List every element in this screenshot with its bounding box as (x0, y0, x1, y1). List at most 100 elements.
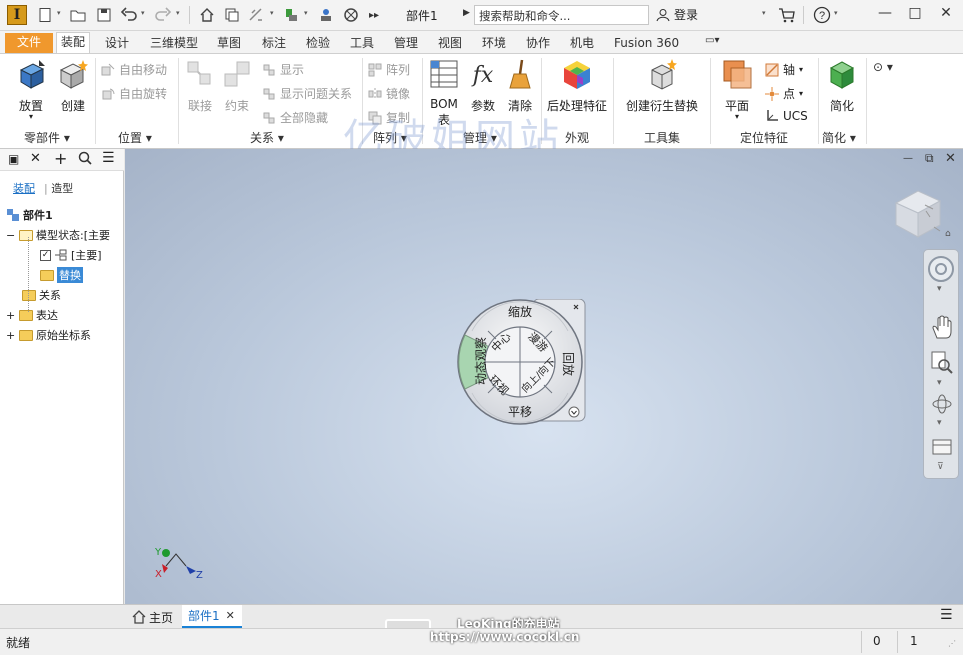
axis-button[interactable]: 轴 ▾ (765, 61, 803, 78)
chevron-down-icon[interactable]: ▾ (176, 9, 184, 21)
chevron-down-icon[interactable]: ▾ (141, 9, 149, 21)
chevron-down-icon[interactable]: ▾ (57, 9, 65, 21)
expand-icon[interactable]: + (6, 309, 16, 322)
steering-wheel-icon[interactable] (928, 256, 954, 282)
browser-tab-icon[interactable]: ▣ (8, 152, 19, 166)
tab-inspect[interactable]: 检验 (302, 34, 334, 53)
panel-appearance-label[interactable]: 外观 (565, 129, 589, 146)
maximize-button[interactable]: □ (904, 5, 926, 25)
cart-icon[interactable] (777, 5, 797, 25)
tab-environments[interactable]: 环境 (478, 34, 510, 53)
chevron-down-icon[interactable]: ▾ (937, 418, 942, 428)
tab-tools[interactable]: 工具 (346, 34, 378, 53)
redo-icon[interactable] (153, 5, 173, 25)
free-rotate-button[interactable]: 自由旋转 (101, 85, 167, 102)
panel-component-label[interactable]: 零部件 ▾ (24, 129, 70, 146)
properties-icon[interactable] (222, 5, 242, 25)
minimize-button[interactable]: — (874, 5, 896, 25)
tree-item-primary[interactable]: ✓ [主要] (40, 247, 102, 263)
chevron-down-icon[interactable]: ▾ (270, 9, 278, 21)
collapse-icon[interactable]: − (6, 229, 16, 242)
hide-all-button[interactable]: 全部隐藏 (262, 109, 328, 126)
appearance-icon[interactable] (316, 5, 336, 25)
search-input[interactable]: 搜索帮助和命令... (474, 5, 649, 25)
join-button[interactable]: 联接 (183, 58, 217, 114)
tree-item-representations[interactable]: + 表达 (6, 307, 58, 323)
menu-icon[interactable]: ☰ (102, 150, 115, 166)
panel-position-label[interactable]: 位置 ▾ (118, 129, 152, 146)
wheel-rewind[interactable]: 回放 (561, 344, 575, 384)
chevron-down-icon[interactable]: ▾ (937, 378, 942, 388)
look-at-icon[interactable] (930, 434, 954, 458)
tab-annotate[interactable]: 标注 (258, 34, 290, 53)
open-folder-icon[interactable] (68, 5, 88, 25)
show-problem-button[interactable]: 显示问题关系 (262, 85, 352, 102)
place-button[interactable]: 放置 ▾ (10, 58, 52, 121)
wheel-pan[interactable]: 平移 (508, 403, 532, 420)
arrow-right-icon[interactable]: ▶ (463, 8, 470, 18)
restore-viewport-icon[interactable]: ⧉ (925, 151, 934, 166)
graphics-viewport[interactable]: — ⧉ ✕ ⌂ ▾ ▾ ▾ ⊽ 缩放 动态观察 中心 漫游 回放 向上/向下 环… (125, 149, 963, 604)
home-icon[interactable] (197, 5, 217, 25)
tab-view[interactable]: 视图 (434, 34, 466, 53)
viewcube-home-icon[interactable]: ⌂ (945, 229, 951, 239)
customize-nav-icon[interactable]: ⊽ (937, 462, 944, 472)
show-button[interactable]: 显示 (262, 61, 304, 78)
save-icon[interactable] (94, 5, 114, 25)
close-icon[interactable]: ✕ (30, 151, 41, 166)
new-file-icon[interactable] (35, 5, 55, 25)
orbit-icon[interactable] (930, 392, 954, 416)
tree-root[interactable]: 部件1 (6, 207, 53, 223)
app-logo[interactable]: I (7, 5, 27, 25)
material-icon[interactable] (281, 5, 301, 25)
zoom-icon[interactable] (930, 350, 954, 376)
browser-tab-modeling[interactable]: | 造型 (44, 180, 73, 196)
tree-item-substitute[interactable]: 替换 (40, 267, 83, 283)
tab-sketch[interactable]: 草图 (213, 34, 245, 53)
checkbox-checked-icon[interactable]: ✓ (40, 249, 51, 261)
chevron-down-icon[interactable]: ▾ (304, 9, 312, 21)
wheel-zoom[interactable]: 缩放 (508, 303, 532, 320)
mirror-button[interactable]: 镜像 (368, 85, 410, 102)
chevron-down-icon[interactable]: ▾ (10, 113, 52, 121)
tab-file[interactable]: 文件 (5, 33, 54, 53)
search-icon[interactable] (78, 151, 92, 168)
close-viewport-icon[interactable]: ✕ (945, 151, 956, 166)
clear-appearance-icon[interactable] (341, 5, 361, 25)
tree-item-origin[interactable]: + 原始坐标系 (6, 327, 91, 343)
chevron-down-icon[interactable]: ▾ (716, 113, 758, 121)
more-icon[interactable]: ▸▸ (364, 5, 384, 25)
create-substitute-button[interactable]: 创建衍生替换 (624, 58, 700, 114)
panel-toolset-label[interactable]: 工具集 (644, 129, 680, 146)
panel-workfeatures-label[interactable]: 定位特征 (740, 129, 788, 146)
add-icon[interactable]: + (54, 149, 67, 168)
tab-collaborate[interactable]: 协作 (522, 34, 554, 53)
browser-tab-assembly[interactable]: 装配 (13, 180, 35, 196)
tab-document[interactable]: 部件1 ✕ (182, 605, 242, 628)
chevron-down-icon[interactable]: ▾ (937, 284, 942, 294)
resize-grip-icon[interactable]: ⋰ (948, 639, 956, 648)
pattern-button[interactable]: 阵列 (368, 61, 410, 78)
ribbon-display-toggle[interactable]: ▭▾ (705, 35, 733, 51)
help-icon[interactable]: ? (812, 5, 832, 25)
tab-manage[interactable]: 管理 (390, 34, 422, 53)
viewcube-icon[interactable] (890, 185, 950, 241)
login-button[interactable]: 登录 (656, 6, 698, 23)
tab-design[interactable]: 设计 (101, 34, 133, 53)
minimize-viewport-icon[interactable]: — (903, 153, 913, 164)
tab-electromechanical[interactable]: 机电 (566, 34, 598, 53)
tab-3d-model[interactable]: 三维模型 (146, 34, 202, 53)
measure-icon[interactable] (246, 5, 266, 25)
create-button[interactable]: 创建 (55, 58, 91, 114)
more-panels-button[interactable]: ⊙ ▾ (873, 60, 893, 74)
tab-home[interactable]: 主页 (129, 606, 176, 628)
tree-item-model-state[interactable]: − 模型状态:[主要 (6, 227, 110, 243)
panel-simplify-label[interactable]: 简化 ▾ (822, 129, 856, 146)
constrain-button[interactable]: 约束 (220, 58, 254, 114)
ucs-button[interactable]: UCS (765, 109, 808, 123)
tab-fusion360[interactable]: Fusion 360 (610, 34, 683, 53)
undo-icon[interactable] (119, 5, 139, 25)
wheel-orbit[interactable]: 动态观察 (474, 334, 488, 388)
chevron-down-icon[interactable]: ▾ (762, 9, 770, 21)
tab-assemble[interactable]: 装配 (56, 32, 91, 54)
